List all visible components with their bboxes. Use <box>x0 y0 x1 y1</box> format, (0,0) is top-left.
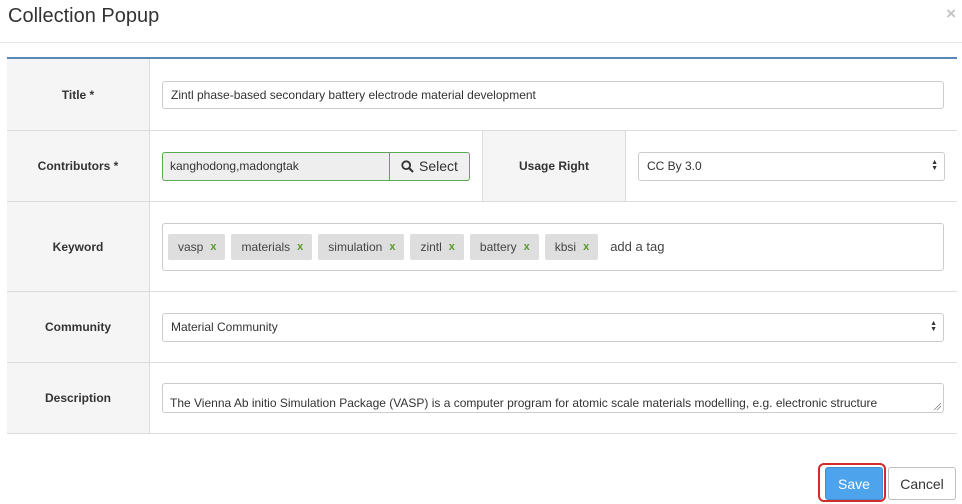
tag-label: battery <box>479 239 517 254</box>
community-value: Material Community <box>171 320 278 334</box>
tag: simulation x <box>318 233 405 260</box>
collection-form: Title * Zintl phase-based secondary batt… <box>7 57 957 434</box>
tag-label: vasp <box>178 239 204 254</box>
keyword-label: Keyword <box>7 202 150 291</box>
description-text: The Vienna Ab initio Simulation Package … <box>170 396 878 410</box>
close-icon[interactable]: × <box>946 4 956 24</box>
resize-grip-icon[interactable] <box>933 402 941 410</box>
tag-label: zintl <box>420 239 442 254</box>
tag: materials x <box>231 233 313 260</box>
description-label: Description <box>7 363 150 433</box>
tag-label: kbsi <box>554 239 577 254</box>
usage-right-select[interactable]: CC By 3.0 ▲ ▼ <box>638 151 945 181</box>
description-textarea[interactable]: The Vienna Ab initio Simulation Package … <box>162 383 944 413</box>
remove-tag-icon[interactable]: x <box>524 241 530 253</box>
keyword-row: Keyword vasp x materials x simulation x zin… <box>7 202 957 292</box>
tag: zintl x <box>410 233 464 260</box>
remove-tag-icon[interactable]: x <box>449 241 455 253</box>
search-icon <box>401 159 414 173</box>
contributors-group: kanghodong,madongtak Select <box>162 151 470 181</box>
remove-tag-icon[interactable]: x <box>210 241 216 253</box>
select-arrows-icon: ▲ ▼ <box>930 320 937 333</box>
remove-tag-icon[interactable]: x <box>297 241 303 253</box>
save-button[interactable]: Save <box>825 467 883 500</box>
cancel-button[interactable]: Cancel <box>888 467 956 500</box>
dialog-title: Collection Popup <box>8 5 160 27</box>
select-arrows-icon: ▲ ▼ <box>931 159 938 172</box>
community-label: Community <box>7 292 150 362</box>
keyword-tags-input[interactable]: vasp x materials x simulation x zintl x batt… <box>162 222 944 271</box>
contributors-label: Contributors * <box>7 131 150 201</box>
title-label: Title * <box>7 59 150 130</box>
tag: vasp x <box>168 233 226 260</box>
community-select[interactable]: Material Community ▲ ▼ <box>162 312 944 342</box>
tag-label: materials <box>241 239 291 254</box>
title-input[interactable]: Zintl phase-based secondary battery elec… <box>162 80 944 109</box>
tag: kbsi x <box>544 233 599 260</box>
select-contributors-button[interactable]: Select <box>389 151 470 181</box>
contributors-row: Contributors * kanghodong,madongtak Sele… <box>7 131 957 202</box>
tag-label: simulation <box>328 239 383 254</box>
usage-right-value: CC By 3.0 <box>647 159 702 173</box>
dialog-header: Collection Popup × <box>0 0 962 43</box>
add-tag-input[interactable]: add a tag <box>610 239 664 254</box>
community-row: Community Material Community ▲ ▼ <box>7 292 957 363</box>
description-row: Description The Vienna Ab initio Simulat… <box>7 363 957 434</box>
tag: battery x <box>469 233 539 260</box>
usage-right-label: Usage Right <box>483 131 626 201</box>
contributors-input[interactable]: kanghodong,madongtak <box>162 151 389 181</box>
remove-tag-icon[interactable]: x <box>583 241 589 253</box>
select-button-label: Select <box>419 158 458 174</box>
remove-tag-icon[interactable]: x <box>389 241 395 253</box>
title-row: Title * Zintl phase-based secondary batt… <box>7 59 957 131</box>
